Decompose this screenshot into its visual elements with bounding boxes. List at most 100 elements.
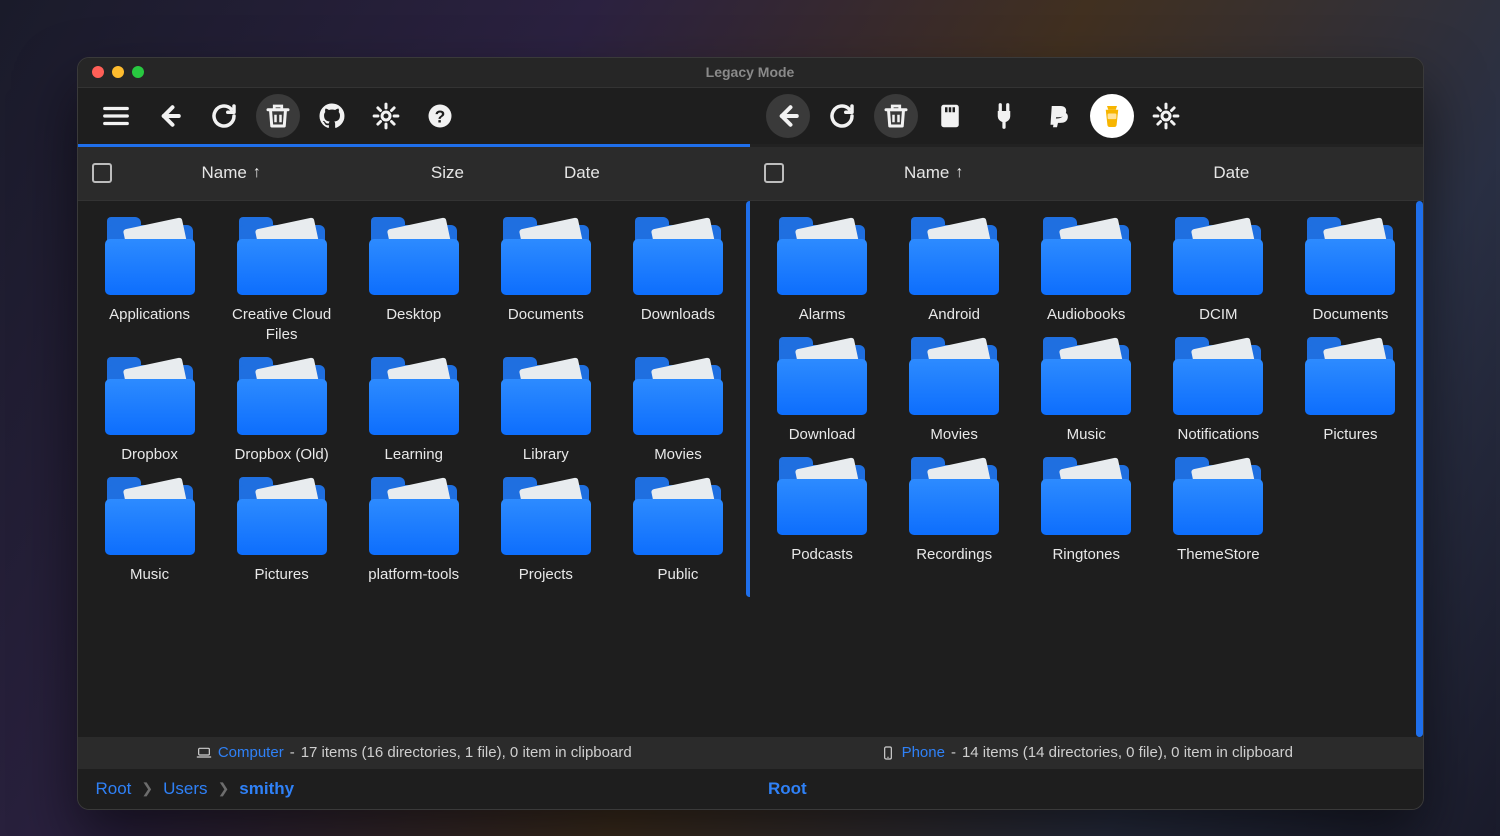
folder-item[interactable]: Learning [348, 357, 480, 465]
folder-item[interactable]: Music [1020, 337, 1152, 445]
folder-label: Notifications [1177, 425, 1259, 445]
folder-item[interactable]: Desktop [348, 217, 480, 346]
status-device-right[interactable]: Phone [902, 744, 945, 761]
folder-icon [633, 477, 723, 555]
refresh-button[interactable] [820, 94, 864, 138]
folder-item[interactable]: Movies [612, 357, 744, 465]
toolbar-left [78, 88, 751, 144]
folder-label: Library [523, 445, 569, 465]
breadcrumb-item[interactable]: Users [163, 779, 207, 799]
folder-item[interactable]: Audiobooks [1020, 217, 1152, 325]
column-name-label: Name [202, 163, 247, 183]
scrollbar-right[interactable] [1416, 201, 1423, 737]
folder-icon [1305, 217, 1395, 295]
coffee-button[interactable] [1090, 94, 1134, 138]
refresh-icon [827, 101, 857, 131]
folder-item[interactable]: Projects [480, 477, 612, 585]
folder-icon [777, 337, 867, 415]
folder-item[interactable]: DCIM [1152, 217, 1284, 325]
folder-icon [633, 357, 723, 435]
folder-item[interactable]: ThemeStore [1152, 457, 1284, 565]
column-name[interactable]: Name ↑ [202, 163, 261, 183]
column-name[interactable]: Name ↑ [904, 163, 963, 183]
folder-item[interactable]: Documents [1284, 217, 1416, 325]
folder-icon [777, 457, 867, 535]
folder-item[interactable]: Android [888, 217, 1020, 325]
folder-item[interactable]: platform-tools [348, 477, 480, 585]
folder-item[interactable]: Alarms [756, 217, 888, 325]
help-button[interactable] [418, 94, 462, 138]
back-button[interactable] [148, 94, 192, 138]
folder-item[interactable]: Public [612, 477, 744, 585]
plug-button[interactable] [982, 94, 1026, 138]
folder-item[interactable]: Pictures [1284, 337, 1416, 445]
folder-item[interactable]: Creative Cloud Files [216, 217, 348, 346]
folder-item[interactable]: Dropbox (Old) [216, 357, 348, 465]
breadcrumb-item[interactable]: Root [96, 779, 132, 799]
gear-button[interactable] [1144, 94, 1188, 138]
folder-icon [237, 217, 327, 295]
phone-icon [880, 745, 896, 761]
pane-left: Name ↑ Size Date Applications Creative C… [78, 144, 751, 737]
folder-label: Public [658, 565, 699, 585]
folder-item[interactable]: Movies [888, 337, 1020, 445]
column-size[interactable]: Size [431, 163, 464, 183]
folder-label: Downloads [641, 305, 715, 325]
folder-item[interactable]: Notifications [1152, 337, 1284, 445]
status-device-left[interactable]: Computer [218, 744, 284, 761]
breadcrumb-item[interactable]: smithy [239, 779, 294, 799]
folder-label: Music [130, 565, 169, 585]
gear-icon [1151, 101, 1181, 131]
menu-button[interactable] [94, 94, 138, 138]
select-all-checkbox[interactable] [764, 163, 784, 183]
trash-icon [263, 101, 293, 131]
folder-item[interactable]: Dropbox [84, 357, 216, 465]
folder-label: Dropbox [121, 445, 178, 465]
trash-button[interactable] [256, 94, 300, 138]
folder-icon [1173, 337, 1263, 415]
sort-asc-icon: ↑ [955, 164, 963, 182]
trash-button[interactable] [874, 94, 918, 138]
folder-item[interactable]: Applications [84, 217, 216, 346]
folder-item[interactable]: Music [84, 477, 216, 585]
select-all-checkbox[interactable] [92, 163, 112, 183]
breadcrumb-bar: Root❯Users❯smithy Root [78, 769, 1423, 809]
folder-item[interactable]: Recordings [888, 457, 1020, 565]
status-summary-right: 14 items (14 directories, 0 file), 0 ite… [962, 744, 1293, 761]
paypal-button[interactable] [1036, 94, 1080, 138]
folder-icon [633, 217, 723, 295]
grid-left-wrap: Applications Creative Cloud Files Deskto… [78, 201, 751, 737]
folder-label: Alarms [799, 305, 846, 325]
sort-asc-icon: ↑ [253, 164, 261, 182]
folder-item[interactable]: Library [480, 357, 612, 465]
laptop-icon [196, 745, 212, 761]
folder-item[interactable]: Pictures [216, 477, 348, 585]
folder-label: Documents [1313, 305, 1389, 325]
folder-label: Desktop [386, 305, 441, 325]
folder-item[interactable]: Ringtones [1020, 457, 1152, 565]
folder-label: Dropbox (Old) [235, 445, 329, 465]
breadcrumb-left: Root❯Users❯smithy [78, 769, 751, 809]
github-button[interactable] [310, 94, 354, 138]
folder-item[interactable]: Downloads [612, 217, 744, 346]
folder-label: Podcasts [791, 545, 853, 565]
folder-icon [501, 217, 591, 295]
gear-button[interactable] [364, 94, 408, 138]
back-button[interactable] [766, 94, 810, 138]
titlebar: Legacy Mode [78, 58, 1423, 88]
folder-icon [105, 217, 195, 295]
toolbars-row [78, 88, 1423, 144]
refresh-button[interactable] [202, 94, 246, 138]
folder-label: Movies [930, 425, 978, 445]
sdcard-button[interactable] [928, 94, 972, 138]
breadcrumb-item[interactable]: Root [768, 779, 807, 799]
column-date[interactable]: Date [564, 163, 600, 183]
column-header-left: Name ↑ Size Date [78, 147, 751, 201]
column-date[interactable]: Date [1213, 163, 1249, 183]
folder-item[interactable]: Download [756, 337, 888, 445]
app-window: Legacy Mode Name ↑ Size Date Application… [77, 57, 1424, 810]
pane-right: Name ↑ Date Alarms Android Audiobooks DC… [750, 144, 1423, 737]
folder-item[interactable]: Podcasts [756, 457, 888, 565]
folder-item[interactable]: Documents [480, 217, 612, 346]
breadcrumb-right: Root [750, 769, 1423, 809]
